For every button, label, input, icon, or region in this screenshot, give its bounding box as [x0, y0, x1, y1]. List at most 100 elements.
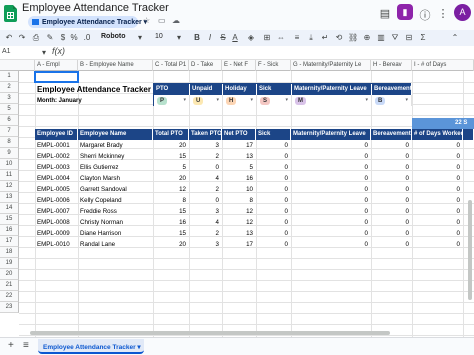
selected-cell-a1[interactable]: [34, 71, 79, 83]
cell-employee-id[interactable]: EMPL-0010: [37, 239, 75, 250]
cell-employee-name[interactable]: Diane Harrison: [80, 228, 150, 239]
row-number[interactable]: 17: [0, 236, 19, 247]
cell-total-pto[interactable]: 12: [155, 184, 186, 195]
star-icon[interactable]: ☆: [149, 4, 156, 13]
print-icon[interactable]: ⎙: [31, 32, 41, 44]
cell-bereavement[interactable]: 0: [373, 239, 409, 250]
cell-total-pto[interactable]: 20: [155, 173, 186, 184]
row-number[interactable]: 3: [0, 93, 19, 104]
cell-employee-name[interactable]: Clayton Marsh: [80, 173, 150, 184]
cell-days-worked[interactable]: 0: [414, 228, 460, 239]
cell-employee-name[interactable]: Christy Norman: [80, 217, 150, 228]
cell-maternity[interactable]: 0: [293, 184, 368, 195]
chart-icon[interactable]: ▥: [376, 32, 386, 44]
collapse-toolbar-icon[interactable]: ⌃: [450, 32, 460, 44]
undo-icon[interactable]: ↶: [4, 32, 14, 44]
cell-net-pto[interactable]: 12: [224, 217, 253, 228]
cell-days-worked[interactable]: 0: [414, 162, 460, 173]
cell-maternity[interactable]: 0: [293, 140, 368, 151]
cell-net-pto[interactable]: 17: [224, 239, 253, 250]
legend-dropdown-holiday[interactable]: H ▾: [223, 95, 257, 106]
column-header-e[interactable]: E - Net F: [222, 60, 256, 71]
row-number[interactable]: 6: [0, 115, 19, 126]
percent-icon[interactable]: %: [69, 32, 79, 44]
cell-employee-name[interactable]: Ellis Gutierrez: [80, 162, 150, 173]
fill-color-icon[interactable]: ◈: [246, 32, 256, 44]
cell-net-pto[interactable]: 8: [224, 195, 253, 206]
cell-maternity[interactable]: 0: [293, 173, 368, 184]
cell-bereavement[interactable]: 0: [373, 217, 409, 228]
row-number[interactable]: 20: [0, 269, 19, 280]
legend-dropdown-pto[interactable]: P ▾: [154, 95, 190, 106]
row-number[interactable]: 13: [0, 192, 19, 203]
borders-icon[interactable]: ⊞: [262, 32, 272, 44]
merge-icon[interactable]: ⇔: [276, 32, 286, 44]
row-number[interactable]: 9: [0, 148, 19, 159]
font-size-dropdown-icon[interactable]: ▾: [175, 32, 183, 44]
cell-employee-id[interactable]: EMPL-0009: [37, 228, 75, 239]
cell-maternity[interactable]: 0: [293, 162, 368, 173]
row-number[interactable]: 11: [0, 170, 19, 181]
cell-days-worked[interactable]: 0: [414, 206, 460, 217]
row-number[interactable]: 16: [0, 225, 19, 236]
currency-icon[interactable]: $: [58, 32, 68, 44]
redo-icon[interactable]: ↷: [17, 32, 27, 44]
legend-dropdown-bereavement[interactable]: B ▾: [372, 95, 412, 106]
help-icon[interactable]: ⓘ: [418, 7, 432, 22]
row-number[interactable]: 15: [0, 214, 19, 225]
cell-employee-id[interactable]: EMPL-0001: [37, 140, 75, 151]
cell-maternity[interactable]: 0: [293, 217, 368, 228]
cell-net-pto[interactable]: 16: [224, 173, 253, 184]
cell-employee-id[interactable]: EMPL-0006: [37, 195, 75, 206]
link-icon[interactable]: ⛓: [348, 32, 358, 44]
apps-grid-icon[interactable]: ⋮: [436, 7, 450, 21]
functions-icon[interactable]: Σ: [418, 32, 428, 44]
cell-taken-pto[interactable]: 3: [191, 140, 219, 151]
cell-taken-pto[interactable]: 3: [191, 239, 219, 250]
bold-icon[interactable]: B: [192, 32, 202, 44]
cell-net-pto[interactable]: 5: [224, 162, 253, 173]
italic-icon[interactable]: I: [205, 32, 215, 44]
cell-days-worked[interactable]: 0: [414, 140, 460, 151]
cell-net-pto[interactable]: 13: [224, 151, 253, 162]
cell-maternity[interactable]: 0: [293, 228, 368, 239]
cell-employee-id[interactable]: EMPL-0002: [37, 151, 75, 162]
row-number[interactable]: 8: [0, 137, 19, 148]
cell-taken-pto[interactable]: 3: [191, 206, 219, 217]
star-outline-icon[interactable]: ☆: [143, 16, 150, 25]
cell-taken-pto[interactable]: 2: [191, 151, 219, 162]
vertical-scrollbar[interactable]: [468, 200, 472, 300]
wrap-icon[interactable]: ↵: [320, 32, 330, 44]
cell-bereavement[interactable]: 0: [373, 184, 409, 195]
cell-total-pto[interactable]: 20: [155, 239, 186, 250]
cloud-status-icon[interactable]: ☁: [172, 16, 180, 25]
row-number[interactable]: 19: [0, 258, 19, 269]
name-box-dropdown-icon[interactable]: ▾: [40, 47, 48, 59]
cell-bereavement[interactable]: 0: [373, 140, 409, 151]
comment-icon[interactable]: ▤: [378, 7, 392, 21]
cell-bereavement[interactable]: 0: [373, 195, 409, 206]
month-label[interactable]: Month: January: [37, 98, 82, 104]
cell-maternity[interactable]: 0: [293, 206, 368, 217]
row-number[interactable]: 2: [0, 82, 19, 93]
filter-views-icon[interactable]: ⊟: [404, 32, 414, 44]
cell-sick[interactable]: 0: [258, 206, 288, 217]
row-number[interactable]: 10: [0, 159, 19, 170]
cell-bereavement[interactable]: 0: [373, 206, 409, 217]
cell-days-worked[interactable]: 0: [414, 239, 460, 250]
column-header-d[interactable]: D - Take: [189, 60, 222, 71]
cell-total-pto[interactable]: 16: [155, 217, 186, 228]
filter-icon[interactable]: ⛛: [390, 32, 400, 44]
column-header-c[interactable]: C - Total P1: [153, 60, 189, 71]
cell-sick[interactable]: 0: [258, 228, 288, 239]
sheets-logo-icon[interactable]: [4, 5, 17, 22]
column-header-i[interactable]: I - # of Days: [412, 60, 474, 71]
font-size-field[interactable]: 10: [155, 33, 163, 40]
column-header-f[interactable]: F - Sick: [256, 60, 291, 71]
cell-employee-id[interactable]: EMPL-0007: [37, 206, 75, 217]
cell-employee-name[interactable]: Sherri Mckinney: [80, 151, 150, 162]
row-number[interactable]: 12: [0, 181, 19, 192]
cell-sick[interactable]: 0: [258, 239, 288, 250]
legend-dropdown-maternity[interactable]: M ▾: [292, 95, 372, 106]
cell-bereavement[interactable]: 0: [373, 151, 409, 162]
